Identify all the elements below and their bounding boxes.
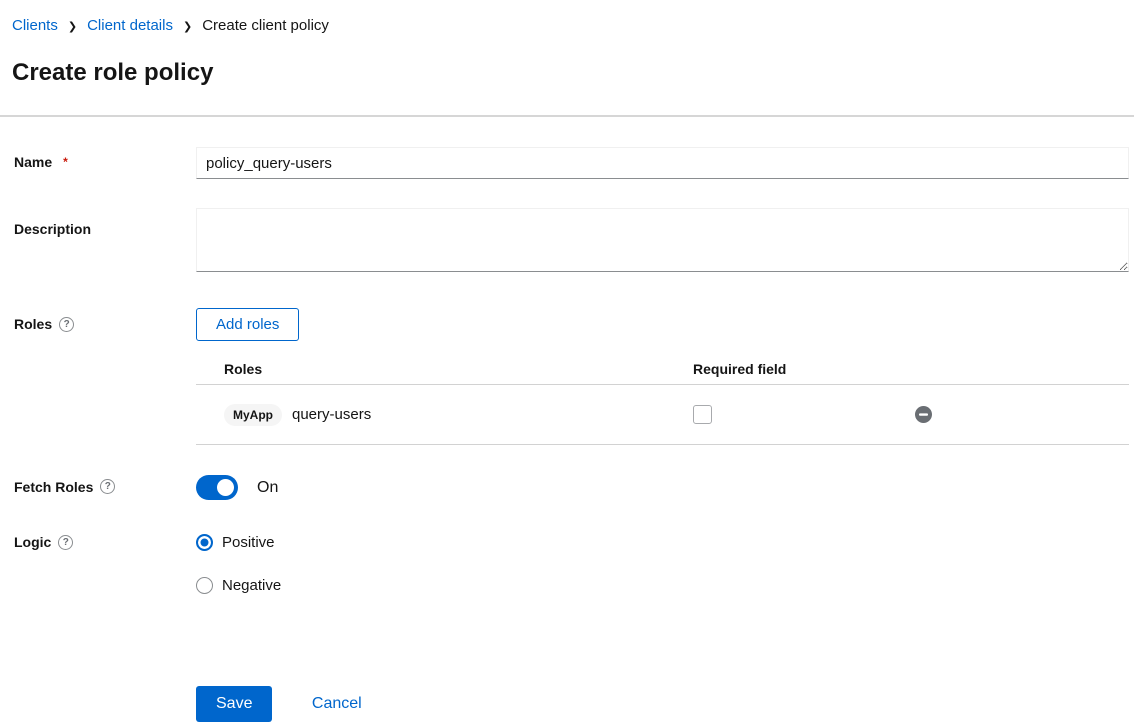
roles-label: Roles ? [14,316,74,332]
roles-table: Roles Required field MyApp query-users [196,353,1129,445]
form-actions: Save Cancel [0,686,1134,722]
name-label: Name * [14,154,68,170]
negative-radio-label: Negative [222,577,281,594]
help-icon[interactable]: ? [59,317,74,332]
radio-option-negative[interactable]: Negative [196,575,1129,595]
roles-row: Roles ? Add roles Roles Required field M… [0,308,1134,445]
description-textarea[interactable] [196,208,1129,272]
roles-label-text: Roles [14,316,52,332]
breadcrumb-current: Create client policy [202,17,329,35]
chevron-right-icon: ❯ [68,18,77,36]
logic-row: Logic ? Positive Negative [0,532,1134,595]
create-role-policy-form: Name* Description Roles ? Add roles Role [0,117,1134,722]
name-label-text: Name [14,154,52,170]
chevron-right-icon: ❯ [183,18,192,36]
page-header: Clients ❯ Client details ❯ Create client… [0,0,1134,117]
page-title: Create role policy [12,58,1122,88]
logic-radio-group: Positive Negative [196,532,1129,595]
save-button[interactable]: Save [196,686,272,722]
add-roles-button[interactable]: Add roles [196,308,299,341]
description-row: Description [0,208,1134,277]
help-icon[interactable]: ? [58,535,73,550]
help-icon[interactable]: ? [100,479,115,494]
description-label: Description [14,221,91,237]
positive-radio[interactable] [196,534,213,551]
column-header-roles: Roles [196,361,693,377]
toggle-knob [217,479,234,496]
required-asterisk: * [63,155,68,169]
name-input[interactable] [196,147,1129,179]
name-row: Name * [0,147,1134,179]
fetch-roles-label-text: Fetch Roles [14,479,93,495]
fetch-roles-label: Fetch Roles ? [14,479,115,495]
required-field-checkbox[interactable] [693,405,712,424]
logic-label: Logic ? [14,534,73,550]
toggle-state-label: On [257,479,278,497]
fetch-roles-row: Fetch Roles ? On [0,475,1134,500]
remove-role-button[interactable] [915,406,932,423]
positive-radio-label: Positive [222,534,275,551]
breadcrumb-link-client-details[interactable]: Client details [87,17,173,35]
role-name: query-users [292,406,371,423]
client-badge: MyApp [224,404,282,426]
column-header-required-field: Required field [693,361,915,377]
minus-circle-icon [915,406,932,423]
cancel-button[interactable]: Cancel [312,695,362,713]
logic-label-text: Logic [14,534,51,550]
roles-table-header: Roles Required field [196,353,1129,385]
radio-option-positive[interactable]: Positive [196,532,1129,552]
breadcrumb: Clients ❯ Client details ❯ Create client… [12,17,1122,35]
fetch-roles-toggle[interactable] [196,475,238,500]
table-row: MyApp query-users [196,385,1129,445]
breadcrumb-link-clients[interactable]: Clients [12,17,58,35]
negative-radio[interactable] [196,577,213,594]
